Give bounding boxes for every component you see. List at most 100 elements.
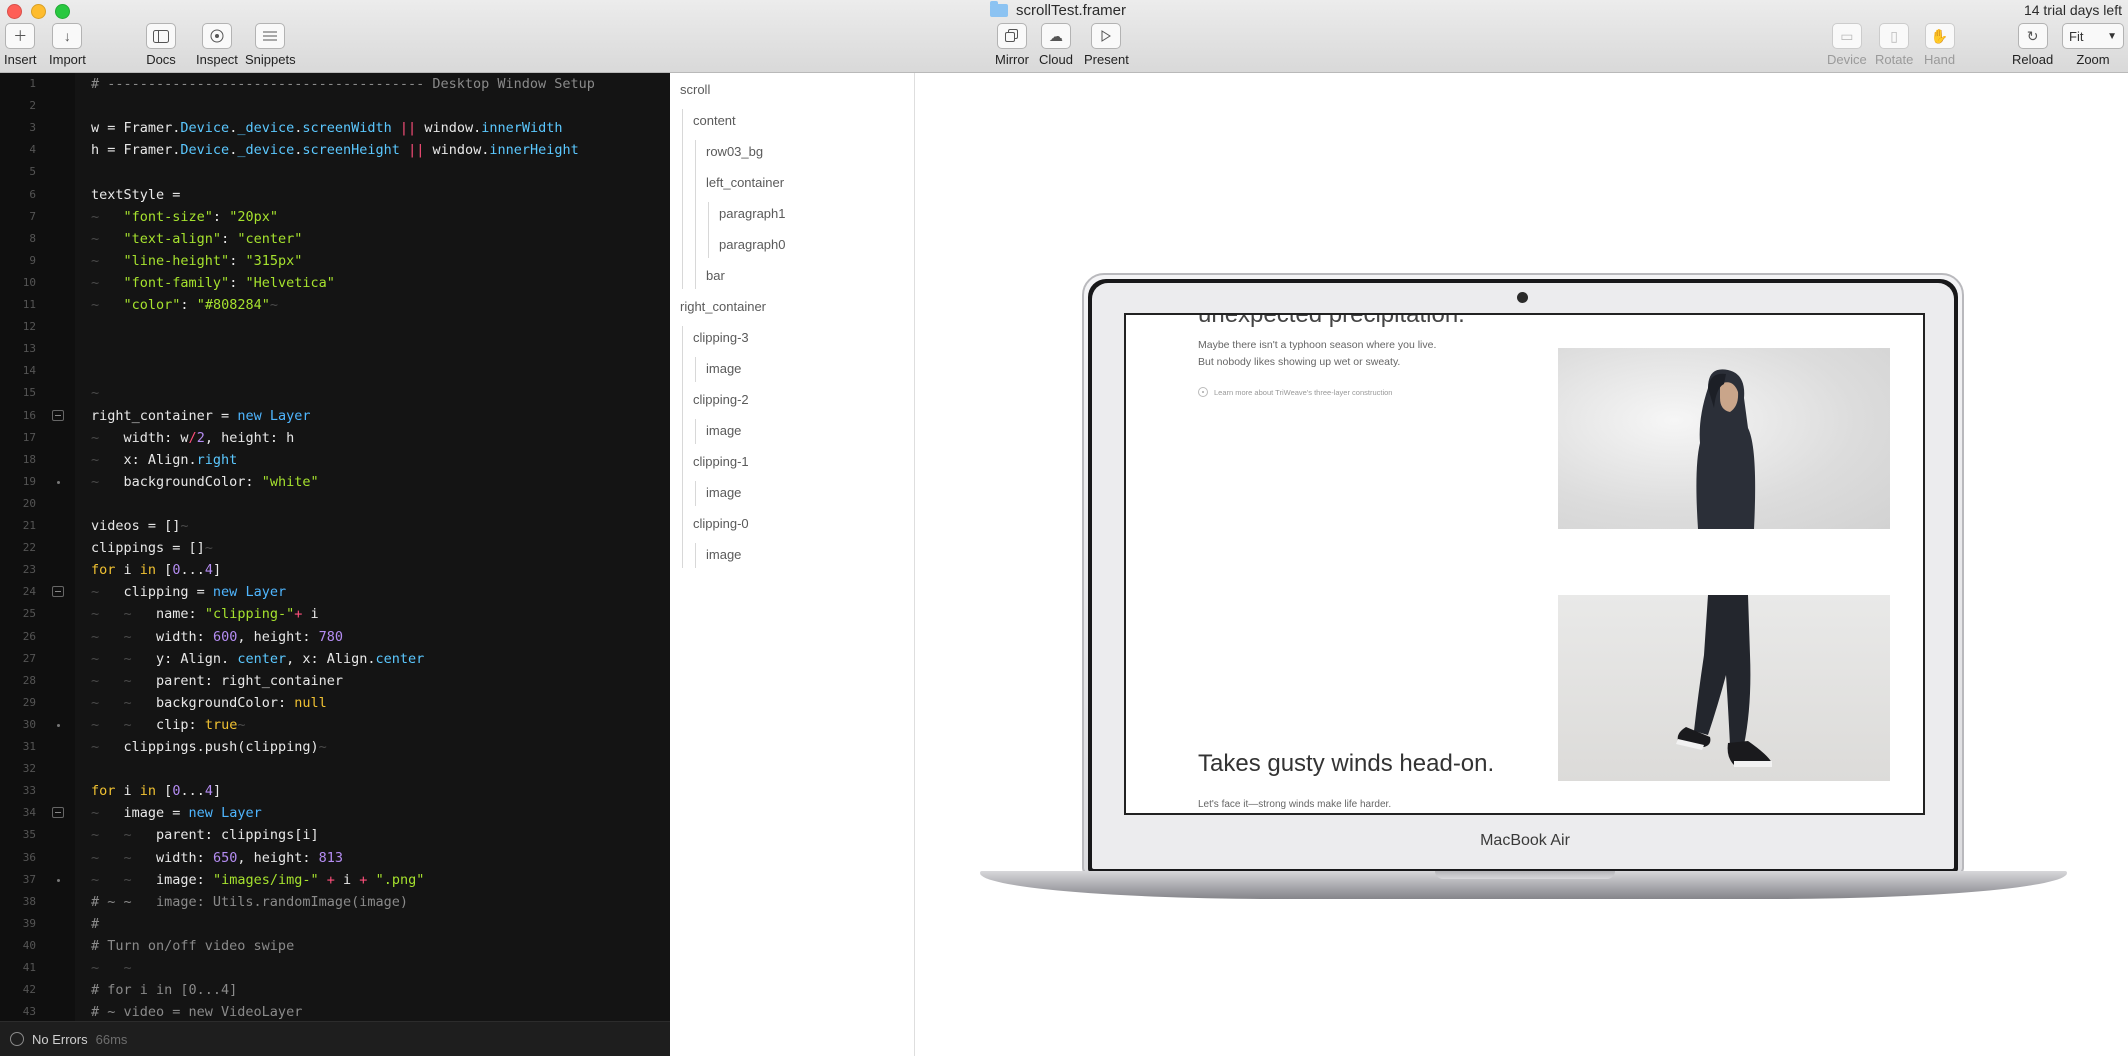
code-line[interactable]: 24 ~ clipping = new Layer <box>0 581 670 603</box>
screen-heading-partial: unexpected precipitation. <box>1198 313 1465 328</box>
layer-item[interactable]: image <box>706 545 741 565</box>
code-line[interactable]: 17 ~ width: w/2, height: h <box>0 427 670 449</box>
code-line[interactable]: 27 ~ ~ y: Align. center, x: Align.center <box>0 648 670 670</box>
line-number: 18 <box>22 452 36 466</box>
code-line[interactable]: 20 <box>0 493 670 515</box>
code-line[interactable]: 41 ~ ~ <box>0 957 670 979</box>
code-line[interactable]: 11 ~ "color": "#808284"~ <box>0 294 670 316</box>
device-screen[interactable]: unexpected precipitation. Maybe there is… <box>1124 313 1925 815</box>
code-line[interactable]: 26 ~ ~ width: 600, height: 780 <box>0 626 670 648</box>
layer-item[interactable]: image <box>706 359 741 379</box>
snippets-button[interactable]: Snippets <box>245 23 296 67</box>
fold-toggle-icon[interactable] <box>52 409 64 421</box>
code-line[interactable]: 30 ~ ~ clip: true~ <box>0 714 670 736</box>
import-button[interactable]: ↓ Import <box>49 23 86 67</box>
code-text: # ~ video = new VideoLayer <box>91 1004 303 1021</box>
layer-item[interactable]: content <box>693 111 736 131</box>
fold-toggle-icon[interactable] <box>52 586 64 598</box>
layer-item[interactable]: image <box>706 483 741 503</box>
line-number: 29 <box>22 695 36 709</box>
code-line[interactable]: 7 ~ "font-size": "20px" <box>0 206 670 228</box>
rotate-button[interactable]: ▯ Rotate <box>1875 23 1913 67</box>
line-number: 27 <box>22 651 36 665</box>
close-window-button[interactable] <box>7 4 22 19</box>
code-line[interactable]: 37 ~ ~ image: "images/img-" + i + ".png" <box>0 869 670 891</box>
layer-item[interactable]: right_container <box>680 297 766 317</box>
code-line[interactable]: 38 # ~ ~ image: Utils.randomImage(image) <box>0 891 670 913</box>
code-line[interactable]: 6 textStyle = <box>0 184 670 206</box>
maximize-window-button[interactable] <box>55 4 70 19</box>
code-line[interactable]: 35 ~ ~ parent: clippings[i] <box>0 824 670 846</box>
code-line[interactable]: 25 ~ ~ name: "clipping-"+ i <box>0 603 670 625</box>
code-line[interactable]: 43 # ~ video = new VideoLayer <box>0 1001 670 1021</box>
layer-item[interactable]: row03_bg <box>706 142 763 162</box>
zoom-select[interactable]: Fit ▼ <box>2062 23 2124 49</box>
code-line[interactable]: 23 for i in [0...4] <box>0 559 670 581</box>
layer-item[interactable]: clipping-3 <box>693 328 749 348</box>
status-text: No Errors <box>32 1031 88 1047</box>
code-line[interactable]: 33 for i in [0...4] <box>0 780 670 802</box>
code-line[interactable]: 15 ~ <box>0 382 670 404</box>
code-line[interactable]: 39 # <box>0 913 670 935</box>
code-line[interactable]: 34 ~ image = new Layer <box>0 802 670 824</box>
fold-toggle-icon[interactable] <box>52 807 64 819</box>
line-number: 43 <box>22 1005 36 1019</box>
line-number: 6 <box>29 187 36 201</box>
screen-headline: Takes gusty winds head-on. <box>1198 750 1495 777</box>
docs-button[interactable]: Docs <box>146 23 176 67</box>
code-line[interactable]: 31 ~ clippings.push(clipping)~ <box>0 736 670 758</box>
code-line[interactable]: 32 <box>0 758 670 780</box>
mirror-button[interactable]: Mirror <box>995 23 1029 67</box>
code-line[interactable]: 8 ~ "text-align": "center" <box>0 228 670 250</box>
code-line[interactable]: 5 <box>0 161 670 183</box>
inspect-button[interactable]: Inspect <box>196 23 238 67</box>
code-line[interactable]: 16 right_container = new Layer <box>0 405 670 427</box>
code-line[interactable]: 1 # -------------------------------------… <box>0 73 670 95</box>
insert-button[interactable]: ＋ Insert <box>4 23 37 67</box>
screen-learn-more-link[interactable]: Learn more about TriWeave's three-layer … <box>1198 387 1392 397</box>
code-line[interactable]: 3 w = Framer.Device._device.screenWidth |… <box>0 117 670 139</box>
device-button[interactable]: ▭ Device <box>1827 23 1867 67</box>
line-number: 31 <box>22 740 36 753</box>
layer-item[interactable]: clipping-2 <box>693 390 749 410</box>
layer-item[interactable]: left_container <box>706 173 784 193</box>
code-line[interactable]: 9 ~ "line-height": "315px" <box>0 250 670 272</box>
code-editor[interactable]: 1 # -------------------------------------… <box>0 73 670 1021</box>
reload-button[interactable]: ↻ Reload <box>2012 23 2053 67</box>
layer-item[interactable]: scroll <box>680 80 710 100</box>
hand-button[interactable]: ✋ Hand <box>1924 23 1955 67</box>
present-button[interactable]: Present <box>1084 23 1129 67</box>
layer-item[interactable]: image <box>706 421 741 441</box>
line-number: 16 <box>22 408 36 422</box>
line-number: 9 <box>29 253 36 267</box>
code-text: ~ backgroundColor: "white" <box>91 473 319 490</box>
code-line[interactable]: 40 # Turn on/off video swipe <box>0 935 670 957</box>
code-line[interactable]: 42 # for i in [0...4] <box>0 979 670 1001</box>
layer-item[interactable]: clipping-0 <box>693 514 749 534</box>
code-line[interactable]: 12 <box>0 316 670 338</box>
line-number: 2 <box>29 99 36 113</box>
code-line[interactable]: 19 ~ backgroundColor: "white" <box>0 471 670 493</box>
code-line[interactable]: 2 <box>0 95 670 117</box>
layer-item[interactable]: clipping-1 <box>693 452 749 472</box>
code-line[interactable]: 10 ~ "font-family": "Helvetica" <box>0 272 670 294</box>
code-line[interactable]: 29 ~ ~ backgroundColor: null <box>0 692 670 714</box>
code-line[interactable]: 18 ~ x: Align.right <box>0 449 670 471</box>
layer-item[interactable]: paragraph0 <box>719 235 786 255</box>
code-line[interactable]: 4 h = Framer.Device._device.screenHeight … <box>0 139 670 161</box>
code-line[interactable]: 21 videos = []~ <box>0 515 670 537</box>
zoom-control: Fit ▼ Zoom <box>2062 23 2124 67</box>
minimize-window-button[interactable] <box>31 4 46 19</box>
layer-item[interactable]: bar <box>706 266 725 286</box>
code-line[interactable]: 36 ~ ~ width: 650, height: 813 <box>0 847 670 869</box>
cloud-button[interactable]: ☁ Cloud <box>1039 23 1073 67</box>
code-line[interactable]: 13 <box>0 338 670 360</box>
layer-item[interactable]: paragraph1 <box>719 204 786 224</box>
status-bar: No Errors 66ms <box>0 1021 670 1056</box>
code-line[interactable]: 14 <box>0 360 670 382</box>
code-line[interactable]: 28 ~ ~ parent: right_container <box>0 670 670 692</box>
code-text: ~ width: w/2, height: h <box>91 429 295 446</box>
window-title: scrollTest.framer <box>1016 1 1127 19</box>
code-text: ~ clippings.push(clipping)~ <box>91 739 327 755</box>
code-line[interactable]: 22 clippings = []~ <box>0 537 670 559</box>
